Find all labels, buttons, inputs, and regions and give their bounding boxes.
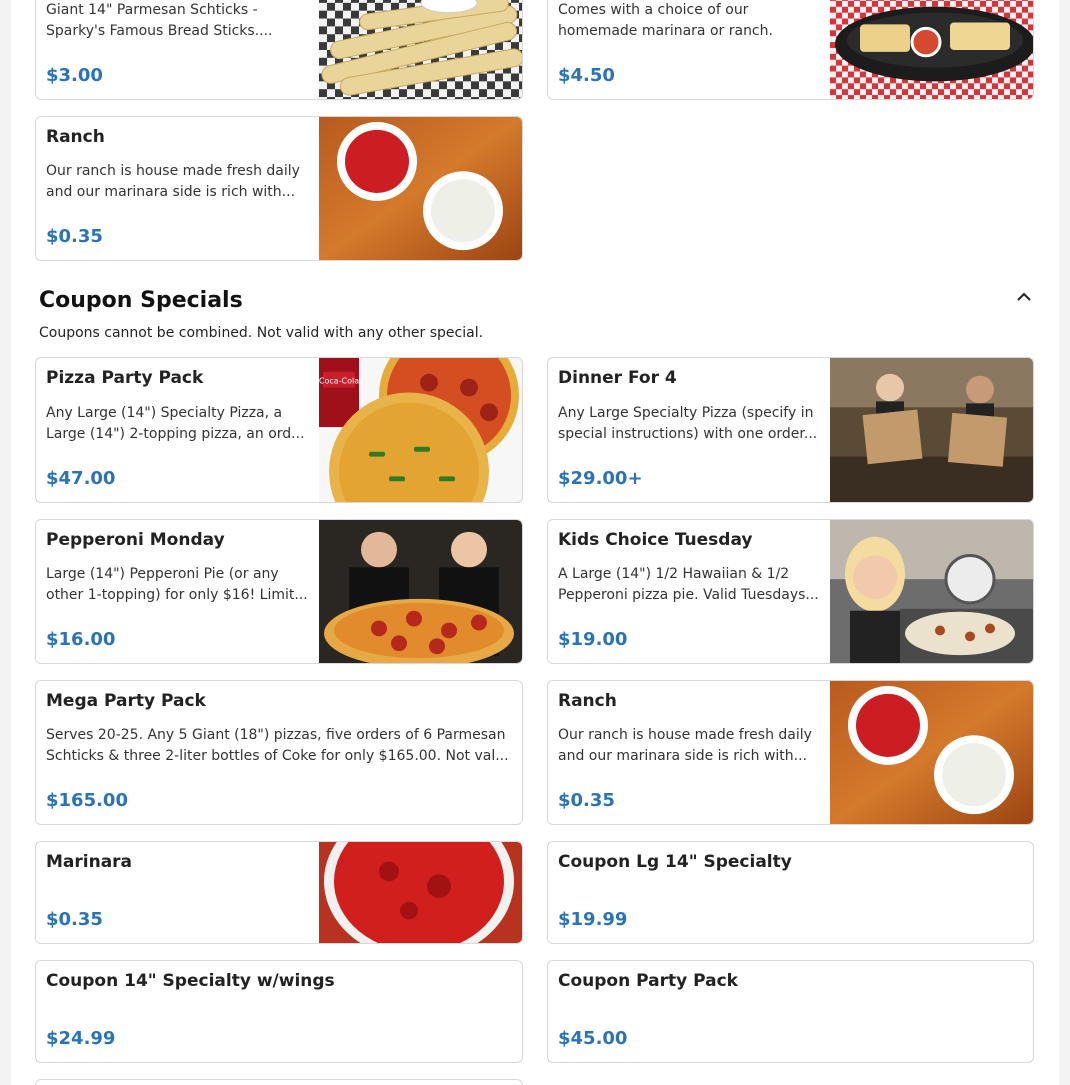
menu-item-card[interactable]: Pizza Party Pack Any Large (14") Special…	[35, 357, 523, 503]
item-title: Marinara	[46, 852, 133, 872]
item-description: Our ranch is house made fresh daily and …	[46, 163, 300, 200]
item-price: $47.00	[46, 468, 116, 489]
menu-item-card[interactable]: Mega Party Pack Serves 20-25. Any 5 Gian…	[35, 680, 523, 825]
item-title: Dinner For 4	[558, 368, 677, 388]
menu-item-card[interactable]: Pepperoni Monday Large (14") Pepperoni P…	[35, 519, 523, 664]
item-price: $19.99	[558, 909, 628, 930]
svg-text:Coca-Cola: Coca-Cola	[319, 377, 359, 386]
breadsticks-photo	[319, 0, 522, 99]
item-title: Ranch	[558, 691, 617, 711]
menu-item-card[interactable]: Coupon 14" Specialty w/wings $24.99	[35, 960, 523, 1063]
item-description: Our ranch is house made fresh daily and …	[558, 727, 812, 764]
item-price: $0.35	[46, 226, 103, 247]
menu-item-card[interactable]: Comes with a choice of our homemade mari…	[547, 0, 1034, 100]
item-price: $0.35	[46, 909, 103, 930]
item-title: Kids Choice Tuesday	[558, 530, 753, 550]
pizzas-coke-photo: Coca-Cola	[319, 358, 522, 502]
item-description: Comes with a choice of our homemade mari…	[558, 2, 773, 39]
kid-making-pizza-photo	[830, 520, 1033, 663]
menu-item-card[interactable]: Ranch Our ranch is house made fresh dail…	[547, 680, 1034, 825]
menu-item-card[interactable]: Giant 14" Parmesan Schticks - Sparky's F…	[35, 0, 523, 100]
item-price: $0.35	[558, 790, 615, 811]
item-price: $29.00+	[558, 468, 643, 489]
item-description: Serves 20-25. Any 5 Giant (18") pizzas, …	[46, 727, 509, 764]
menu-item-card[interactable]	[35, 1079, 523, 1085]
item-title: Coupon 14" Specialty w/wings	[46, 971, 335, 991]
item-price: $24.99	[46, 1028, 116, 1049]
item-title: Mega Party Pack	[46, 691, 206, 711]
item-price: $4.50	[558, 65, 615, 86]
cheesy-bread-basket-photo	[830, 0, 1033, 99]
section-subtitle: Coupons cannot be combined. Not valid wi…	[39, 325, 484, 341]
item-price: $16.00	[46, 629, 116, 650]
ranch-marinara-cups-photo	[319, 117, 522, 260]
item-price: $3.00	[46, 65, 103, 86]
menu-item-card[interactable]: Ranch Our ranch is house made fresh dail…	[35, 116, 523, 261]
menu-item-card[interactable]: Dinner For 4 Any Large Specialty Pizza (…	[547, 357, 1034, 503]
item-description: A Large (14") 1/2 Hawaiian & 1/2 Peppero…	[558, 566, 819, 603]
item-description: Giant 14" Parmesan Schticks - Sparky's F…	[46, 2, 273, 39]
collapse-section-button[interactable]	[1013, 284, 1035, 306]
item-description: Large (14") Pepperoni Pie (or any other …	[46, 566, 308, 603]
item-description: Any Large (14") Specialty Pizza, a Large…	[46, 405, 305, 442]
item-price: $165.00	[46, 790, 128, 811]
menu-item-card[interactable]: Coupon Lg 14" Specialty $19.99	[547, 841, 1034, 944]
menu-item-card[interactable]: Coupon Party Pack $45.00	[547, 960, 1034, 1063]
item-title: Ranch	[46, 127, 105, 147]
marinara-bowl-photo	[319, 842, 522, 943]
item-description: Any Large Specialty Pizza (specify in sp…	[558, 405, 818, 442]
menu-item-card[interactable]: Marinara $0.35	[35, 841, 523, 944]
chevron-up-icon	[1017, 286, 1031, 305]
menu-item-card[interactable]: Kids Choice Tuesday A Large (14") 1/2 Ha…	[547, 519, 1034, 664]
item-price: $45.00	[558, 1028, 628, 1049]
item-title: Pepperoni Monday	[46, 530, 225, 550]
item-title: Coupon Party Pack	[558, 971, 738, 991]
ranch-marinara-cups-photo	[830, 681, 1033, 824]
menu-page: Giant 14" Parmesan Schticks - Sparky's F…	[11, 0, 1059, 1085]
staff-pepperoni-pizza-photo	[319, 520, 522, 663]
staff-pizza-boxes-photo	[830, 358, 1033, 502]
item-title: Pizza Party Pack	[46, 368, 204, 388]
item-title: Coupon Lg 14" Specialty	[558, 852, 792, 872]
item-price: $19.00	[558, 629, 628, 650]
section-title: Coupon Specials	[39, 288, 243, 313]
